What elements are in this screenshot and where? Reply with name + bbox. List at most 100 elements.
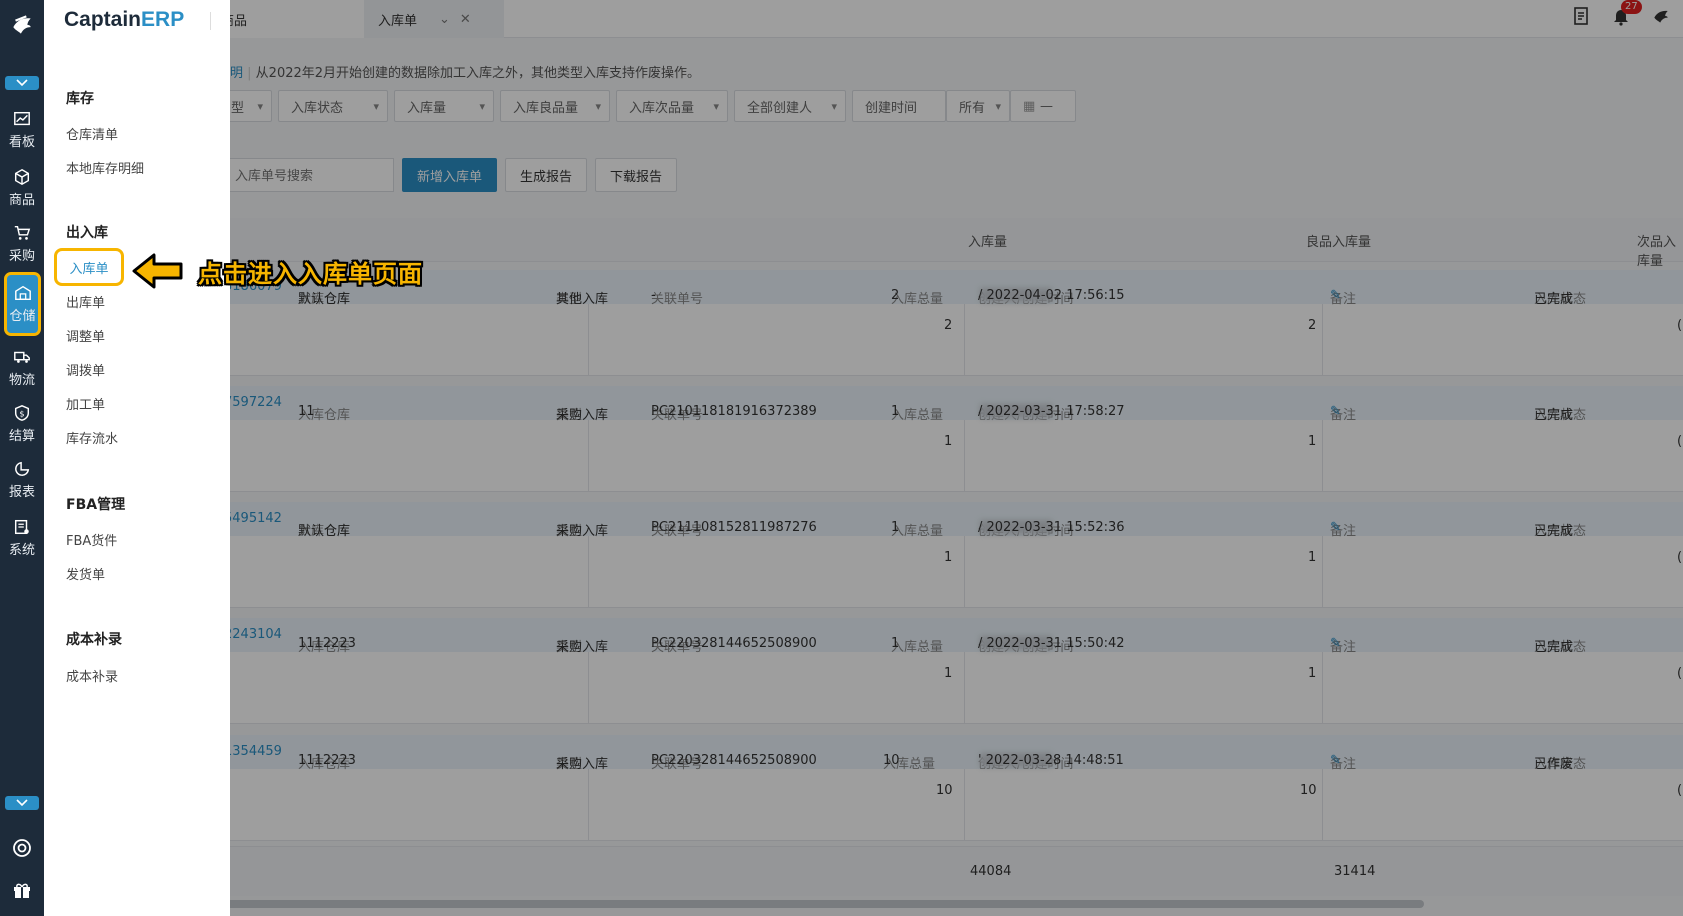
rail-item-label: 报表 — [8, 485, 35, 500]
total-good-qty: 31414 — [1334, 864, 1376, 879]
notice-link[interactable]: 明 — [230, 66, 243, 81]
filter-type[interactable]: 型 ▾ — [224, 90, 272, 122]
col-divider — [588, 652, 589, 724]
pie-icon — [15, 461, 30, 476]
edit-pencil-icon[interactable]: ✎ — [1330, 636, 1341, 651]
tutorial-callout: 点击进入入库单页面 — [132, 252, 423, 290]
bell-icon[interactable]: 27 — [1611, 0, 1642, 28]
warehouse-icon — [14, 285, 31, 301]
table-row-group: 7597224 入库仓库 11 类型 采购入库 关联单号 PC210118181916… — [224, 386, 1683, 492]
menu-item-processing[interactable]: 加工单 — [66, 394, 105, 413]
filter-qty[interactable]: 入库量 ▾ — [394, 90, 494, 122]
good-qty-cell: 1 — [1308, 434, 1317, 449]
main-content: 部商品 入库单 ⌄ ✕ 27 明 | 从2022年2月开始创建的数据除加工入库之… — [44, 0, 1683, 916]
notification-badge: 27 — [1621, 0, 1642, 14]
table-row-group: 2243104 入库仓库 1112223 类型 采购入库 关联单号 PC2203281… — [224, 618, 1683, 724]
menu-item-cost-supplement[interactable]: 成本补录 — [66, 666, 118, 685]
inbound-id-link[interactable]: 2243104 — [224, 627, 282, 642]
qty-cell: 1 — [944, 666, 953, 681]
menu-item-outbound[interactable]: 出库单 — [66, 292, 105, 311]
brand-divider — [210, 12, 211, 30]
edit-pencil-icon[interactable]: ✎ — [1330, 753, 1341, 768]
col-divider — [588, 769, 589, 841]
header-defect-qty: 次品入库量 — [1637, 235, 1677, 269]
menu-item-local-stock[interactable]: 本地库存明细 — [66, 158, 144, 177]
chevron-down-icon: ▾ — [479, 99, 485, 113]
row-header: 5495142 入库仓库 默认仓库 类型 采购入库 关联单号 PC2111081528… — [224, 502, 1683, 539]
rail-item-logistics[interactable]: 物流 — [0, 340, 44, 396]
horizontal-scrollbar[interactable] — [224, 900, 1424, 908]
search-input[interactable] — [224, 158, 394, 192]
section-title: FBA管理 — [66, 497, 126, 513]
arrow-left-icon — [132, 253, 183, 289]
date-picker[interactable]: ▦ — — [1010, 90, 1076, 122]
chevron-down-icon: ▾ — [595, 99, 601, 113]
good-qty-cell: 10 — [1300, 783, 1317, 798]
coin-icon: $ — [14, 405, 30, 421]
captain-logo-icon[interactable] — [8, 10, 36, 40]
rail-item-reports[interactable]: 报表 — [0, 452, 44, 508]
rail-item-label: 物流 — [8, 373, 35, 388]
rail-item-label: 系统 — [8, 543, 35, 558]
inbound-id-link[interactable]: 7597224 — [224, 395, 282, 410]
row-header: 3186079入库仓库 默认仓库类型 其他入库关联单号 -入库总量 2创建人/创… — [224, 270, 1683, 307]
filter-time-range[interactable]: 所有 ▾ — [946, 90, 1010, 122]
rail-item-products[interactable]: 商品 — [0, 160, 44, 216]
rail-item-warehouse[interactable]: 仓储 — [4, 272, 41, 336]
rail-item-label: 结算 — [8, 429, 35, 444]
menu-item-transfer[interactable]: 调拨单 — [66, 360, 105, 379]
close-icon[interactable]: ✕ — [460, 12, 471, 27]
filter-status[interactable]: 入库状态 ▾ — [278, 90, 388, 122]
edit-pencil-icon[interactable]: ✎ — [1330, 288, 1341, 303]
menu-item-inbound[interactable]: 入库单 — [54, 248, 124, 286]
rail-item-label: 采购 — [8, 249, 35, 264]
menu-item-fba-shipment[interactable]: FBA货件 — [66, 530, 117, 549]
notice-text: 从2022年2月开始创建的数据除加工入库之外，其他类型入库支持作废操作。 — [255, 66, 701, 81]
col-divider — [588, 420, 589, 492]
box-icon — [14, 168, 30, 186]
support-icon[interactable] — [12, 838, 32, 858]
edit-pencil-icon[interactable]: ✎ — [1330, 404, 1341, 419]
col-divider — [1322, 536, 1323, 608]
menu-item-delivery[interactable]: 发货单 — [66, 564, 105, 583]
col-divider — [1322, 420, 1323, 492]
filter-created-time[interactable]: 创建时间 — [852, 90, 946, 122]
notice-bar: 明 | 从2022年2月开始创建的数据除加工入库之外，其他类型入库支持作废操作。 — [230, 66, 701, 81]
rail-item-settlement[interactable]: $ 结算 — [0, 396, 44, 452]
col-divider — [964, 536, 965, 608]
chevron-down-icon[interactable] — [5, 76, 39, 90]
rail-item-purchase[interactable]: 采购 — [0, 216, 44, 272]
chevron-down-icon[interactable]: ⌄ — [439, 12, 450, 27]
section-title: 成本补录 — [66, 632, 122, 648]
section-title: 出入库 — [66, 225, 108, 241]
col-divider — [964, 769, 965, 841]
col-divider — [1322, 769, 1323, 841]
new-inbound-button[interactable]: 新增入库单 — [402, 158, 498, 192]
generate-report-button[interactable]: 生成报告 — [505, 158, 588, 192]
tab-inbound[interactable]: 入库单 ⌄ ✕ — [364, 0, 504, 38]
rail-item-system[interactable]: 系统 — [0, 510, 44, 566]
gift-icon[interactable] — [12, 880, 32, 900]
menu-item-warehouse-list[interactable]: 仓库清单 — [66, 124, 118, 143]
download-report-button[interactable]: 下载报告 — [595, 158, 678, 192]
table-header: 入库量 良品入库量 次品入库量 — [224, 218, 1683, 269]
menu-item-stock-flow[interactable]: 库存流水 — [66, 428, 118, 447]
inbound-id-link[interactable]: 5495142 — [224, 511, 282, 526]
filter-creator[interactable]: 全部创建人 ▾ — [734, 90, 846, 122]
inbound-id-link[interactable]: 1354459 — [224, 744, 282, 759]
edit-pencil-icon[interactable]: ✎ — [1330, 520, 1341, 535]
chart-icon — [14, 111, 30, 126]
user-avatar-icon[interactable] — [1651, 6, 1673, 28]
task-list-icon[interactable] — [1571, 6, 1593, 28]
good-qty-cell: 2 — [1308, 318, 1317, 333]
col-divider — [1322, 652, 1323, 724]
chevron-down-icon: ▾ — [995, 99, 1001, 113]
row-header: 7597224 入库仓库 11 类型 采购入库 关联单号 PC210118181916… — [224, 386, 1683, 423]
rail-item-label: 仓储 — [9, 309, 36, 324]
tab-bar: 部商品 入库单 ⌄ ✕ 27 — [44, 0, 1683, 38]
filter-good-qty[interactable]: 入库良品量 ▾ — [500, 90, 610, 122]
chevron-down-icon[interactable] — [5, 796, 39, 810]
rail-item-dashboard[interactable]: 看板 — [0, 102, 44, 158]
menu-item-adjustment[interactable]: 调整单 — [66, 326, 105, 345]
filter-defect-qty[interactable]: 入库次品量 ▾ — [616, 90, 728, 122]
